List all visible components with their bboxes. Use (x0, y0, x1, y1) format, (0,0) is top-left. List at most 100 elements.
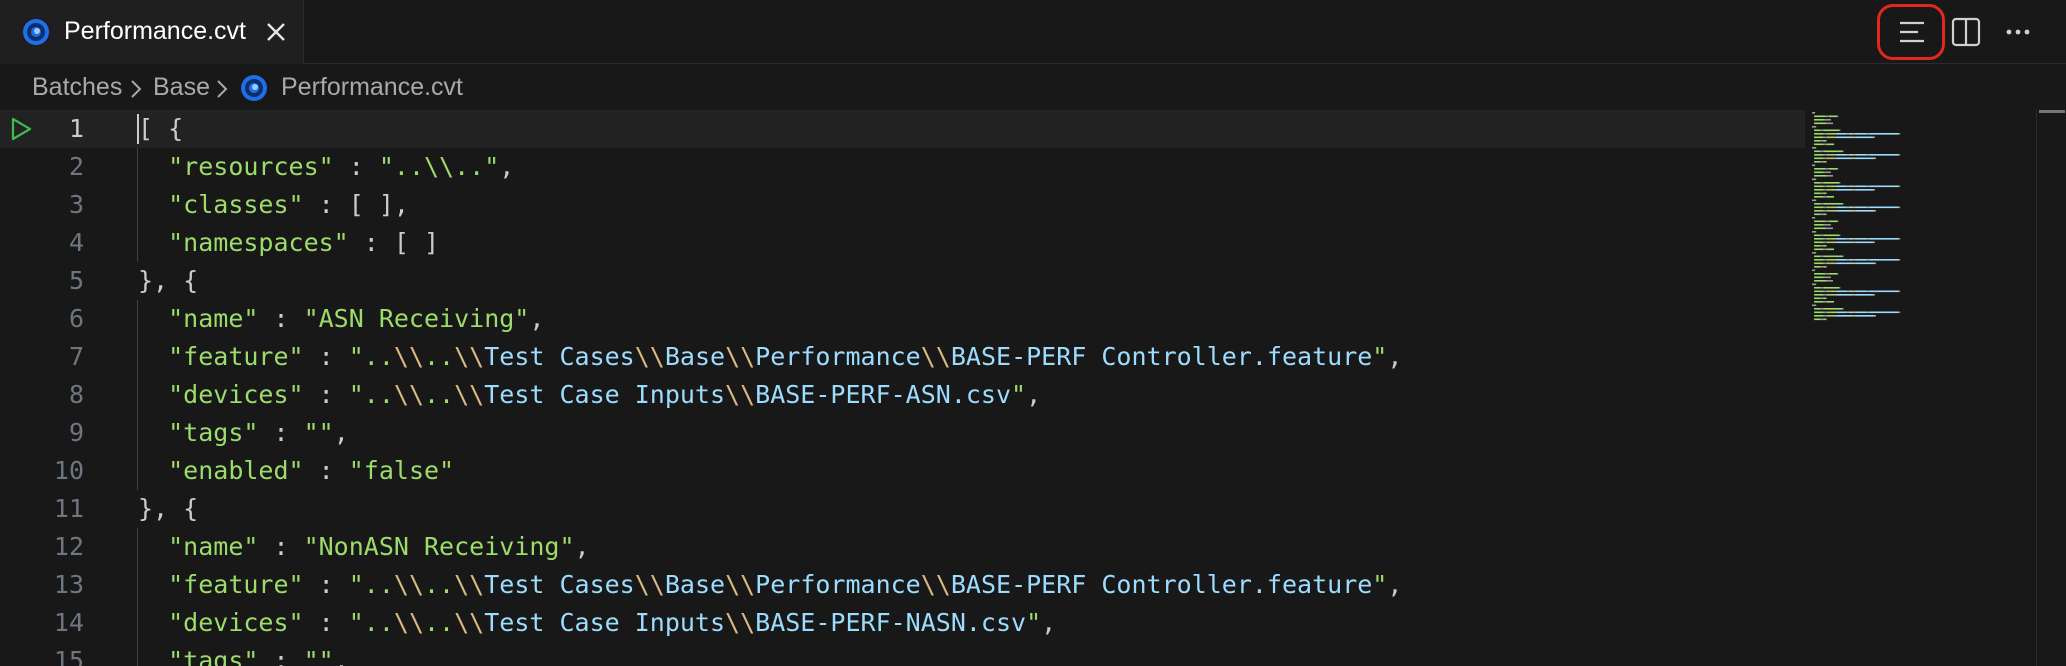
breadcrumb-performance-cvt[interactable]: Performance.cvt (281, 73, 463, 102)
code-token: : [ ] (348, 228, 440, 257)
minimap-line (1834, 241, 1837, 244)
code-token: , (333, 646, 349, 666)
minimap-line (1852, 136, 1856, 139)
more-actions-icon[interactable] (1996, 10, 2040, 54)
code-text: "name" : "NonASN Receiving", (138, 528, 590, 566)
minimap-line (1899, 311, 1901, 314)
minimap-line (1873, 210, 1875, 212)
breadcrumb-base[interactable]: Base (153, 73, 210, 102)
code-line[interactable]: 3 "classes" : [ ], (0, 186, 1805, 224)
minimap-line (1814, 150, 1821, 153)
minimap-line (1829, 294, 1832, 296)
minimap-line (1829, 315, 1832, 317)
minimap-line (1836, 154, 1847, 156)
code-line[interactable]: 2 "resources" : "..\\..", (0, 148, 1805, 186)
minimap-line (1826, 311, 1830, 314)
code-token: \\ (393, 570, 424, 599)
minimap-line (1866, 206, 1869, 209)
code-line[interactable]: 13 "feature" : "..\\..\\Test Cases\\Base… (0, 566, 1805, 604)
minimap-line (1831, 157, 1835, 160)
split-editor-icon[interactable] (1944, 10, 1988, 54)
minimap-line (1855, 136, 1873, 139)
minimap-line (1814, 171, 1824, 174)
minimap-line (1846, 290, 1849, 293)
code-token: , (1387, 570, 1403, 599)
breadcrumb-batches[interactable]: Batches (32, 73, 122, 102)
code-token: BASE-PERF Controller.feature (950, 342, 1373, 371)
minimap-line (1834, 157, 1837, 160)
minimap-line (1812, 199, 1817, 202)
code-token: " (1372, 342, 1388, 371)
minimap-line (1825, 161, 1827, 163)
minimap-line (1875, 315, 1877, 317)
minimap-line (1814, 227, 1827, 230)
code-line[interactable]: 15 "tags" : "", (0, 642, 1805, 666)
code-line[interactable]: 14 "devices" : "..\\..\\Test Case Inputs… (0, 604, 1805, 642)
code-token: .. (424, 380, 455, 409)
minimap-line (1826, 154, 1830, 156)
minimap-line (1814, 234, 1821, 237)
code-token: \\ (454, 380, 485, 409)
minimap-line (1825, 168, 1829, 170)
minimap-line (1814, 266, 1821, 268)
minimap-line (1829, 154, 1832, 156)
minimap-line (1823, 119, 1831, 121)
code-text: "name" : "ASN Receiving", (138, 300, 544, 338)
code-line[interactable]: 9 "tags" : "", (0, 414, 1805, 452)
minimap-line (1826, 259, 1830, 261)
code-line[interactable]: 12 "name" : "NonASN Receiving", (0, 528, 1805, 566)
code-line[interactable]: 5}, { (0, 262, 1805, 300)
code-token: Test Case Inputs (484, 608, 726, 637)
minimap-line (1837, 273, 1839, 275)
minimap-line (1825, 192, 1827, 195)
tab-performance-cvt[interactable]: Performance.cvt (0, 0, 304, 64)
minimap-line (1820, 234, 1824, 237)
code-line[interactable]: 4 "namespaces" : [ ] (0, 224, 1805, 262)
minimap-line (1836, 189, 1853, 191)
minimap-line (1831, 311, 1835, 314)
outline-toggle-icon[interactable] (1890, 10, 1934, 54)
code-line[interactable]: 11}, { (0, 490, 1805, 528)
minimap-line (1855, 133, 1867, 135)
code-text: "devices" : "..\\..\\Test Case Inputs\\B… (138, 604, 1056, 642)
code-line[interactable]: 8 "devices" : "..\\..\\Test Case Inputs\… (0, 376, 1805, 414)
minimap-line (1836, 259, 1847, 261)
minimap-line (1836, 311, 1847, 314)
minimap-line (1820, 266, 1824, 268)
code-line[interactable]: 7 "feature" : "..\\..\\Test Cases\\Base\… (0, 338, 1805, 376)
minimap-line (1855, 185, 1867, 188)
code-editor[interactable]: 1[ {2 "resources" : "..\\..", 3 "classes"… (0, 110, 2066, 666)
minimap-line (1852, 259, 1856, 261)
minimap-line (1852, 133, 1856, 135)
minimap-line (1836, 157, 1853, 160)
minimap-line (1873, 157, 1875, 160)
minimap-line (1836, 290, 1847, 293)
minimap-line (1814, 301, 1824, 303)
code-line[interactable]: 10 "enabled" : "false" (0, 452, 1805, 490)
minimap-line (1855, 311, 1867, 314)
vertical-scrollbar[interactable] (2036, 110, 2066, 666)
minimap[interactable] (1810, 110, 1980, 330)
code-line[interactable]: 1 [ { (0, 110, 1805, 148)
minimap-line (1814, 241, 1824, 244)
chevron-right-icon (131, 80, 142, 98)
minimap-line (1823, 140, 1826, 142)
minimap-line (1831, 154, 1835, 156)
line-number: 1 (68, 114, 84, 143)
code-token: }, { (138, 494, 199, 523)
minimap-line (1823, 311, 1827, 314)
line-number: 9 (68, 418, 84, 447)
line-number: 5 (68, 266, 84, 295)
code-token: , (574, 532, 590, 561)
minimap-line (1836, 133, 1847, 135)
minimap-line (1855, 206, 1867, 209)
code-line[interactable]: 6 "name" : "ASN Receiving", (0, 300, 1805, 338)
code-token: \\ (454, 608, 485, 637)
code-token: : (333, 152, 379, 181)
minimap-line (1823, 154, 1827, 156)
code-token: , (1041, 608, 1057, 637)
close-icon[interactable] (262, 18, 290, 46)
minimap-line (1834, 262, 1837, 265)
